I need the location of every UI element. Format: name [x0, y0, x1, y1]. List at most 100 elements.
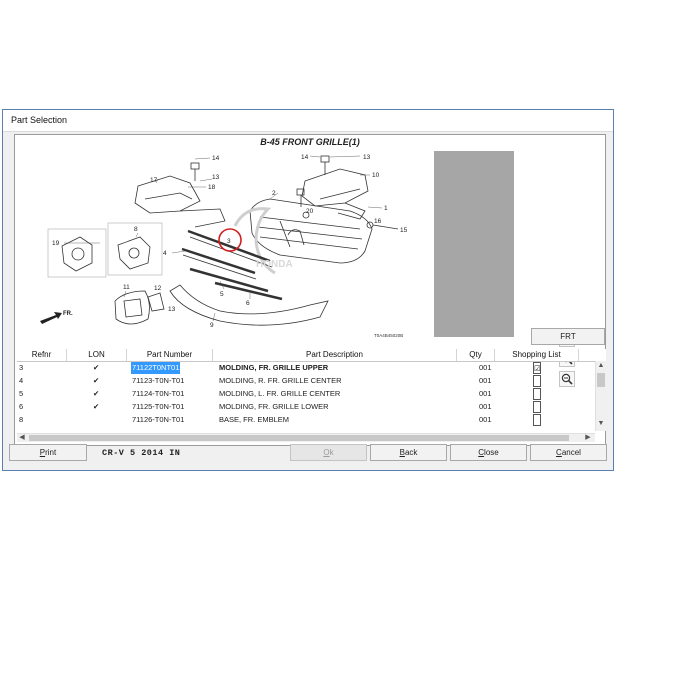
lon-check-icon: ✔	[93, 402, 100, 411]
molding-center-l	[189, 267, 269, 293]
diagram-title: B-45 FRONT GRILLE(1)	[260, 137, 360, 147]
callout-label: 12	[154, 285, 162, 292]
scroll-left-icon[interactable]: ◀	[17, 434, 27, 442]
callout-label: 2	[272, 190, 276, 197]
ok-button[interactable]: Ok	[290, 444, 367, 461]
window-title: Part Selection	[11, 115, 68, 125]
table-row[interactable]: 6 ✔ 71125-T0N-T01 MOLDING, FR. GRILLE LO…	[17, 401, 595, 413]
cell-part-number: 71122T0NT01	[131, 362, 181, 374]
part-selection-window: Part Selection B-45 FRONT GRILLE(1) 14 1…	[2, 109, 614, 471]
callout-label: 8	[134, 226, 138, 233]
cell-part-number: 71125-T0N-T01	[132, 402, 185, 411]
col-header-qty[interactable]: Qty	[457, 349, 495, 361]
callout-label: 6	[246, 300, 250, 307]
cell-refnr: 3	[19, 363, 24, 372]
close-button[interactable]: Close	[450, 444, 527, 461]
cell-part-number: 71123-T0N-T01	[132, 376, 185, 385]
callout-label: 10	[372, 172, 380, 179]
diagram-side-panel	[434, 151, 514, 337]
back-button[interactable]: Back	[370, 444, 447, 461]
print-label: rint	[45, 448, 57, 457]
table-row[interactable]: 3 ✔ 71122T0NT01 MOLDING, FR. GRILLE UPPE…	[17, 362, 595, 374]
back-label: ack	[404, 448, 418, 457]
cell-description: MOLDING, FR. GRILLE LOWER	[219, 402, 329, 411]
callout-label: 16	[374, 218, 382, 225]
col-header-refnr[interactable]: Refnr	[17, 349, 67, 361]
window-titlebar: Part Selection	[3, 110, 613, 132]
cell-description: BASE, FR. EMBLEM	[219, 415, 290, 424]
callout-label: 3	[227, 238, 231, 245]
shopping-list-checkbox[interactable]	[533, 401, 541, 413]
drawing-code: T0A4B45020B	[374, 333, 403, 338]
cell-refnr: 8	[19, 415, 24, 424]
upper-bracket-right	[301, 168, 369, 207]
table-horizontal-scrollbar[interactable]: ◀ ▶	[17, 433, 595, 442]
callout-label: 15	[400, 227, 408, 234]
callout-label: 1	[384, 205, 388, 212]
diagram-panel: B-45 FRONT GRILLE(1) 14 13 17 18 14 13 1…	[14, 134, 606, 446]
cell-refnr: 6	[19, 402, 24, 411]
parts-table: Refnr LON Part Number Part Description Q…	[17, 349, 606, 445]
callout-label: 17	[150, 177, 158, 184]
parts-diagram[interactable]: 14 13 17 18 14 13 10 2 20 1 16 15 3 19 8…	[20, 151, 426, 345]
callout-label: 19	[52, 240, 60, 247]
horizontal-scroll-thumb[interactable]	[29, 435, 569, 441]
cancel-label: ancel	[561, 448, 581, 457]
vertical-scroll-thumb[interactable]	[597, 373, 605, 387]
lon-check-icon: ✔	[93, 389, 100, 398]
table-row[interactable]: 5 ✔ 71124-T0N-T01 MOLDING, L. FR. GRILLE…	[17, 388, 595, 400]
frt-button[interactable]: FRT	[531, 328, 605, 345]
cell-refnr: 5	[19, 389, 24, 398]
callout-label: 4	[163, 250, 167, 257]
callout-label: 14	[301, 154, 309, 161]
cell-qty: 001	[479, 402, 492, 411]
close-label: lose	[484, 448, 499, 457]
shopping-list-checkbox[interactable]	[533, 375, 541, 387]
scroll-up-icon[interactable]: ▲	[596, 361, 606, 371]
callout-label: 20	[306, 208, 314, 215]
cell-refnr: 4	[19, 376, 24, 385]
vehicle-info: CR-V 5 2014 IN	[102, 448, 181, 458]
callout-label: 9	[210, 322, 214, 329]
cell-qty: 001	[479, 363, 492, 372]
upper-bracket-left	[134, 175, 201, 214]
cell-description: MOLDING, L. FR. GRILLE CENTER	[219, 389, 341, 398]
col-header-lon[interactable]: LON	[67, 349, 127, 361]
callout-label: 13	[212, 174, 220, 181]
lon-check-icon: ✔	[93, 363, 100, 372]
fr-label: FR.	[63, 311, 73, 317]
col-header-description[interactable]: Part Description	[213, 349, 457, 361]
table-row[interactable]: 4 ✔ 71123-T0N-T01 MOLDING, R. FR. GRILLE…	[17, 375, 595, 387]
ok-label: k	[329, 448, 334, 457]
table-header: Refnr LON Part Number Part Description Q…	[17, 349, 606, 362]
front-arrow-icon: FR.	[40, 311, 73, 324]
cancel-button[interactable]: Cancel	[530, 444, 607, 461]
callout-label: 5	[220, 291, 224, 298]
callout-label: 13	[168, 306, 176, 313]
lon-check-icon: ✔	[93, 376, 100, 385]
scroll-right-icon[interactable]: ▶	[583, 434, 593, 442]
table-row[interactable]: 8 71126-T0N-T01 BASE, FR. EMBLEM 001	[17, 414, 595, 426]
cell-part-number: 71124-T0N-T01	[132, 389, 185, 398]
scroll-down-icon[interactable]: ▼	[596, 419, 606, 429]
cell-part-number: 71126-T0N-T01	[132, 415, 185, 424]
cell-qty: 001	[479, 415, 492, 424]
cell-description: MOLDING, FR. GRILLE UPPER	[219, 363, 329, 372]
col-header-part-number[interactable]: Part Number	[127, 349, 213, 361]
module-8	[117, 236, 151, 270]
watermark-text: HONDA	[256, 259, 293, 270]
cell-description: MOLDING, R. FR. GRILLE CENTER	[219, 376, 342, 385]
shopping-list-checkbox[interactable]	[533, 388, 541, 400]
callout-label: 18	[208, 184, 216, 191]
callout-label: 14	[212, 155, 220, 162]
col-header-shopping-list[interactable]: Shopping List	[495, 349, 579, 361]
shopping-list-checkbox[interactable]: ☑	[533, 362, 541, 374]
shopping-list-checkbox[interactable]	[533, 414, 541, 426]
callout-label: 13	[363, 154, 371, 161]
cell-qty: 001	[479, 376, 492, 385]
print-button[interactable]: Print	[9, 444, 87, 461]
callout-label: 11	[123, 284, 130, 291]
table-vertical-scrollbar[interactable]: ▲ ▼	[595, 361, 606, 431]
module-19	[61, 236, 93, 272]
cell-qty: 001	[479, 389, 492, 398]
